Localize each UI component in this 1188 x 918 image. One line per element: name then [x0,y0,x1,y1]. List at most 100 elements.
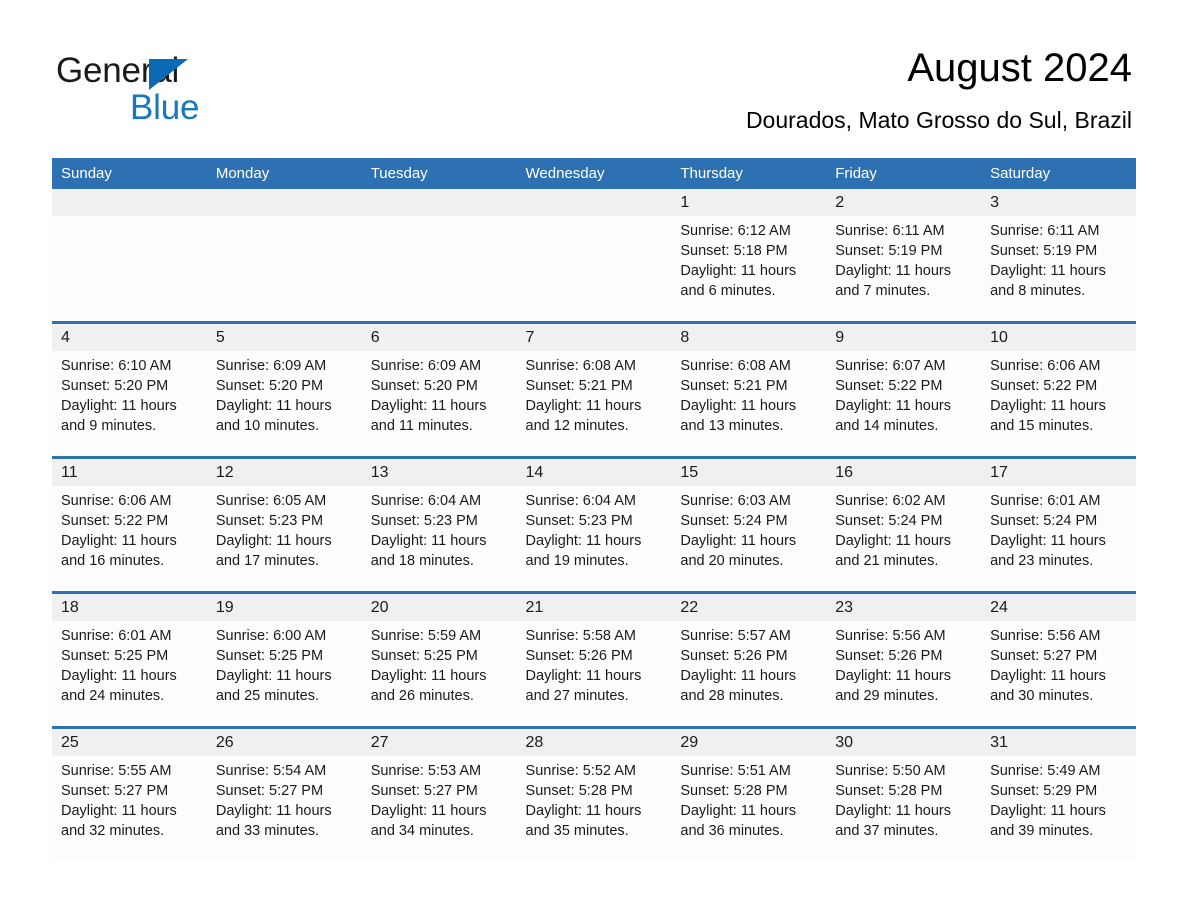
day-cell[interactable]: 4 Sunrise: 6:10 AM Sunset: 5:20 PM Daylight… [52,321,207,458]
day-cell[interactable]: 18 Sunrise: 6:01 AM Sunset: 5:25 PM Dayligh… [52,591,207,728]
day-cell[interactable]: 14 Sunrise: 6:04 AM Sunset: 5:23 PM Dayligh… [516,456,672,593]
day-cell[interactable]: 1 Sunrise: 6:12 AM Sunset: 5:18 PM Daylight… [671,189,827,323]
sunrise-text: Sunrise: 6:05 AM [215,493,327,509]
daylight-text: Daylight: 11 hours and 39 minutes. [990,803,1106,839]
daylight-text: Daylight: 11 hours and 7 minutes. [835,263,952,299]
day-number: 12 [206,459,362,486]
day-details: Sunrise: 6:08 AM Sunset: 5:21 PM Daylight:… [517,351,672,436]
sunset-text: Sunset: 5:20 PM [61,378,169,394]
day-cell[interactable]: 9 Sunrise: 6:07 AM Sunset: 5:22 PM Daylight… [826,321,982,458]
day-cell[interactable]: 6 Sunrise: 6:09 AM Sunset: 5:20 PM Daylight… [361,321,517,458]
daylight-text: Daylight: 11 hours and 6 minutes. [680,263,797,299]
day-number: 18 [52,594,207,621]
sunset-text: Sunset: 5:24 PM [680,513,788,529]
sunset-text: Sunset: 5:18 PM [680,243,788,259]
sunrise-text: Sunrise: 6:00 AM [215,628,327,644]
day-number: 20 [361,594,517,621]
sunset-text: Sunset: 5:22 PM [990,378,1098,394]
sunset-text: Sunset: 5:21 PM [525,378,633,394]
day-details: Sunrise: 5:51 AM Sunset: 5:28 PM Daylight:… [671,756,826,841]
day-cell[interactable]: 26 Sunrise: 5:54 AM Sunset: 5:27 PM Dayligh… [206,726,362,861]
daylight-text: Daylight: 11 hours and 16 minutes. [61,533,177,569]
day-cell[interactable]: 16 Sunrise: 6:02 AM Sunset: 5:24 PM Dayligh… [826,456,982,593]
sunrise-text: Sunrise: 6:01 AM [61,628,172,644]
day-number: 8 [671,324,827,351]
sunset-text: Sunset: 5:27 PM [215,783,324,799]
day-cell[interactable]: 23 Sunrise: 5:56 AM Sunset: 5:26 PM Dayligh… [826,591,982,728]
page-subtitle-location: Dourados, Mato Grosso do Sul, Brazil [745,107,1132,133]
sunrise-text: Sunrise: 6:06 AM [990,358,1101,374]
day-cell[interactable]: 15 Sunrise: 6:03 AM Sunset: 5:24 PM Dayligh… [671,456,827,593]
day-details: Sunrise: 5:56 AM Sunset: 5:27 PM Daylight:… [981,621,1136,706]
day-number: 17 [981,459,1136,486]
day-cell[interactable]: 11 Sunrise: 6:06 AM Sunset: 5:22 PM Dayligh… [52,456,207,593]
weekday-header-tuesday: Tuesday [361,158,517,189]
day-number: 27 [361,729,517,756]
day-number: 23 [826,594,982,621]
daylight-text: Daylight: 11 hours and 15 minutes. [990,398,1106,434]
day-cell[interactable]: 19 Sunrise: 6:00 AM Sunset: 5:25 PM Dayligh… [206,591,362,728]
day-cell[interactable]: 27 Sunrise: 5:53 AM Sunset: 5:27 PM Dayligh… [361,726,517,861]
sunset-text: Sunset: 5:25 PM [215,648,324,664]
day-cell[interactable]: 24 Sunrise: 5:56 AM Sunset: 5:27 PM Dayligh… [981,591,1136,728]
weekday-header-friday: Friday [826,158,982,189]
day-details: Sunrise: 5:52 AM Sunset: 5:28 PM Daylight:… [517,756,672,841]
sunset-text: Sunset: 5:24 PM [835,513,943,529]
day-number: 11 [52,459,207,486]
day-cell[interactable]: 28 Sunrise: 5:52 AM Sunset: 5:28 PM Dayligh… [516,726,672,861]
day-cell[interactable]: 5 Sunrise: 6:09 AM Sunset: 5:20 PM Daylight… [206,321,362,458]
day-cell[interactable]: 17 Sunrise: 6:01 AM Sunset: 5:24 PM Dayligh… [981,456,1136,593]
sunrise-text: Sunrise: 6:06 AM [61,493,172,509]
sunrise-text: Sunrise: 6:09 AM [215,358,327,374]
sunset-text: Sunset: 5:19 PM [835,243,943,259]
day-details: Sunrise: 6:09 AM Sunset: 5:20 PM Daylight:… [207,351,362,436]
day-details: Sunrise: 6:09 AM Sunset: 5:20 PM Daylight:… [362,351,517,436]
daylight-text: Daylight: 11 hours and 10 minutes. [215,398,332,434]
calendar-body: 1 Sunrise: 6:12 AM Sunset: 5:18 PM Daylight… [52,189,1136,861]
sunset-text: Sunset: 5:28 PM [525,783,633,799]
day-number: 29 [671,729,827,756]
sunrise-text: Sunrise: 5:54 AM [215,763,327,779]
day-cell[interactable]: 12 Sunrise: 6:05 AM Sunset: 5:23 PM Dayligh… [206,456,362,593]
day-details: Sunrise: 6:01 AM Sunset: 5:25 PM Daylight:… [52,621,207,706]
daylight-text: Daylight: 11 hours and 27 minutes. [525,668,642,704]
weekday-header-thursday: Thursday [671,158,827,189]
day-cell[interactable]: 29 Sunrise: 5:51 AM Sunset: 5:28 PM Dayligh… [671,726,827,861]
daylight-text: Daylight: 11 hours and 29 minutes. [835,668,952,704]
day-cell[interactable]: 22 Sunrise: 5:57 AM Sunset: 5:26 PM Dayligh… [671,591,827,728]
sunset-text: Sunset: 5:27 PM [370,783,478,799]
day-cell[interactable]: 20 Sunrise: 5:59 AM Sunset: 5:25 PM Dayligh… [361,591,517,728]
calendar-week-row: 25 Sunrise: 5:55 AM Sunset: 5:27 PM Dayligh… [52,726,1136,861]
day-cell[interactable]: 10 Sunrise: 6:06 AM Sunset: 5:22 PM Dayligh… [981,321,1136,458]
daylight-text: Daylight: 11 hours and 33 minutes. [215,803,332,839]
calendar-table: Sunday Monday Tuesday Wednesday Thursday… [52,158,1136,861]
day-cell[interactable]: 30 Sunrise: 5:50 AM Sunset: 5:28 PM Dayligh… [826,726,982,861]
day-cell[interactable]: 31 Sunrise: 5:49 AM Sunset: 5:29 PM Dayligh… [981,726,1136,861]
daylight-text: Daylight: 11 hours and 34 minutes. [370,803,487,839]
day-number: 22 [671,594,827,621]
day-number: 4 [52,324,207,351]
day-number: 13 [361,459,517,486]
day-cell[interactable]: 25 Sunrise: 5:55 AM Sunset: 5:27 PM Dayligh… [52,726,207,861]
weekday-header-sunday: Sunday [52,158,207,189]
sunrise-text: Sunrise: 5:50 AM [835,763,946,779]
generalblue-logo[interactable]: General Blue [56,52,316,132]
calendar-week-row: 4 Sunrise: 6:10 AM Sunset: 5:20 PM Daylight… [52,321,1136,458]
day-details: Sunrise: 6:01 AM Sunset: 5:24 PM Daylight:… [981,486,1136,571]
day-cell[interactable]: 21 Sunrise: 5:58 AM Sunset: 5:26 PM Dayligh… [516,591,672,728]
daylight-text: Daylight: 11 hours and 12 minutes. [525,398,642,434]
daylight-text: Daylight: 11 hours and 32 minutes. [61,803,177,839]
day-cell[interactable]: 2 Sunrise: 6:11 AM Sunset: 5:19 PM Daylight… [826,189,982,323]
day-cell[interactable]: 3 Sunrise: 6:11 AM Sunset: 5:19 PM Daylight… [981,189,1136,323]
day-cell[interactable]: 8 Sunrise: 6:08 AM Sunset: 5:21 PM Daylight… [671,321,827,458]
day-cell[interactable]: 7 Sunrise: 6:08 AM Sunset: 5:21 PM Daylight… [516,321,672,458]
daylight-text: Daylight: 11 hours and 26 minutes. [370,668,487,704]
sunrise-text: Sunrise: 5:55 AM [61,763,172,779]
day-number: 24 [981,594,1136,621]
day-number [52,189,207,216]
daylight-text: Daylight: 11 hours and 11 minutes. [370,398,487,434]
sunrise-text: Sunrise: 6:04 AM [525,493,636,509]
day-cell[interactable]: 13 Sunrise: 6:04 AM Sunset: 5:23 PM Dayligh… [361,456,517,593]
sunrise-text: Sunrise: 6:04 AM [370,493,482,509]
daylight-text: Daylight: 11 hours and 30 minutes. [990,668,1106,704]
